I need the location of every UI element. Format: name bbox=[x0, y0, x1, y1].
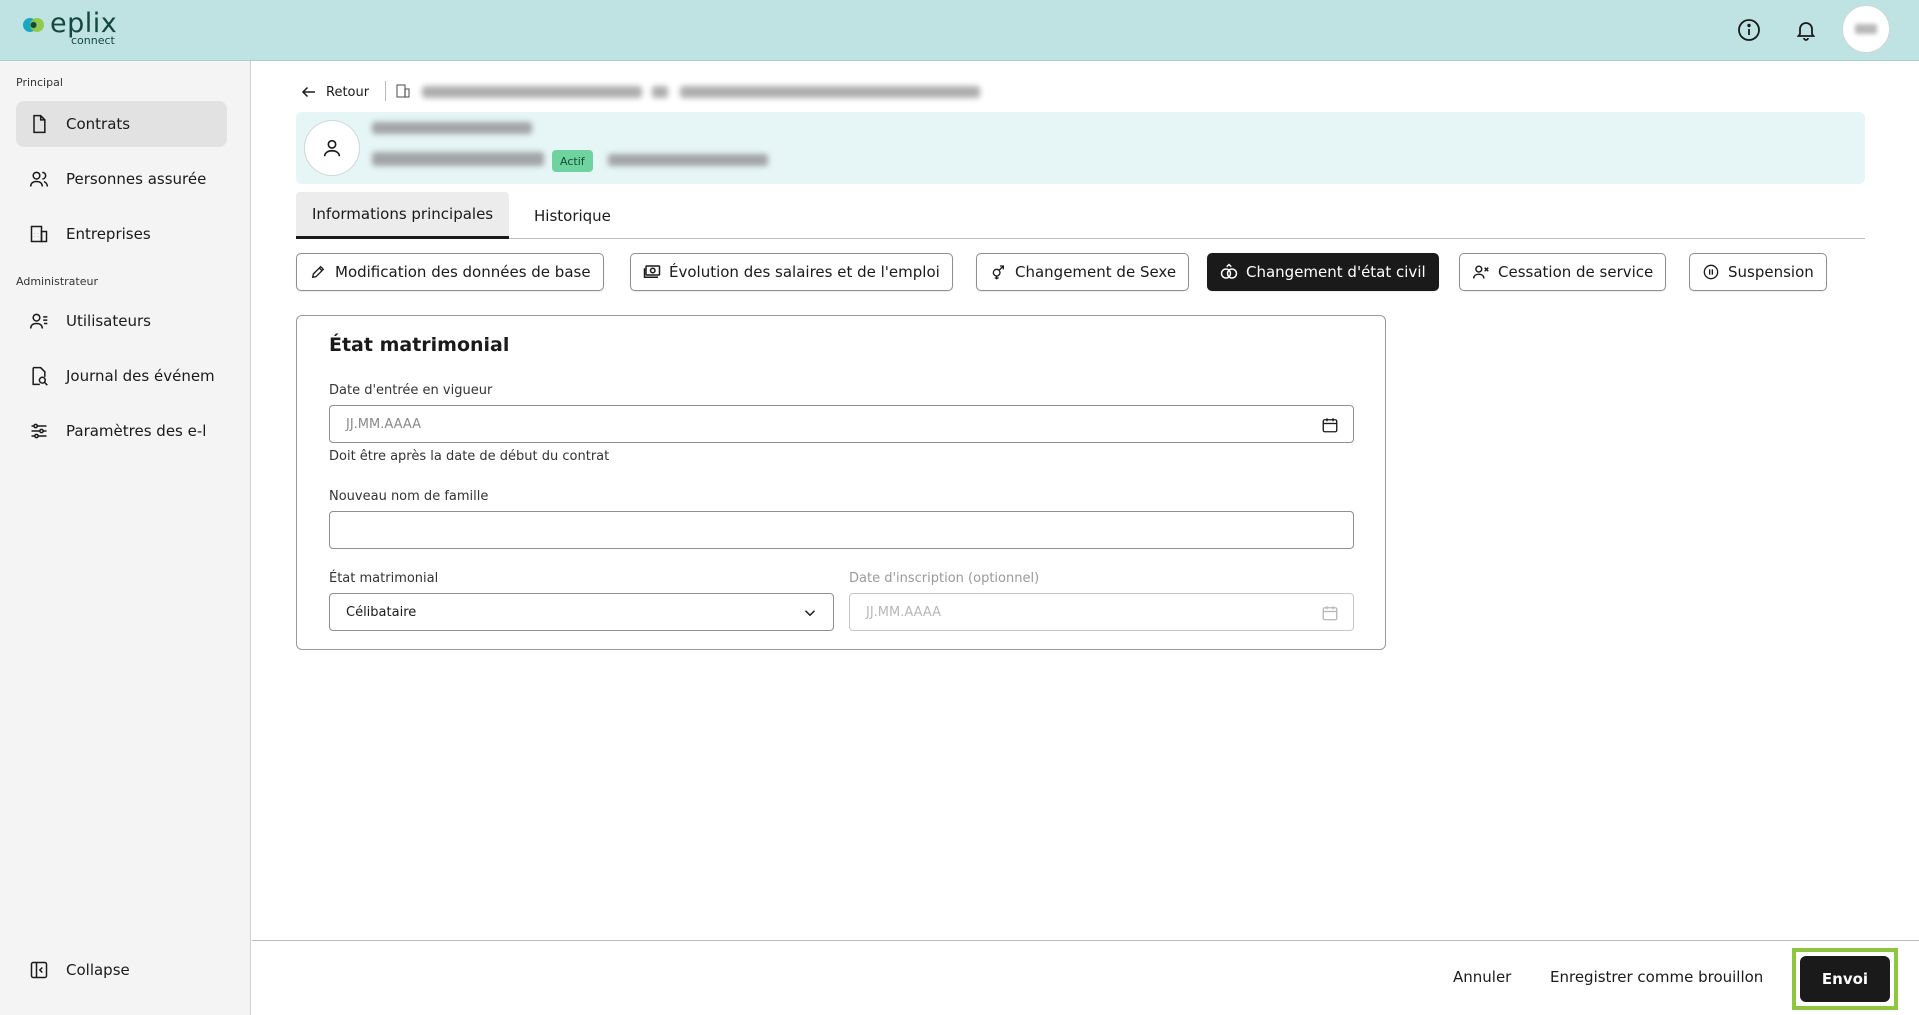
person-avatar bbox=[304, 120, 360, 176]
last-name-input[interactable] bbox=[329, 511, 1354, 549]
action-label: Changement d'état civil bbox=[1246, 263, 1426, 281]
money-icon bbox=[643, 263, 661, 281]
person-ssn-redacted bbox=[608, 154, 768, 166]
logo-mark-icon bbox=[23, 18, 44, 32]
action-label: Suspension bbox=[1728, 263, 1814, 281]
marital-status-form: État matrimonial Date d'entrée en vigueu… bbox=[296, 315, 1386, 650]
sidebar-item-journal[interactable]: Journal des événem bbox=[16, 353, 227, 399]
info-icon[interactable] bbox=[1733, 14, 1765, 46]
action-label: Changement de Sexe bbox=[1015, 263, 1177, 281]
sidebar-section-principal: Principal bbox=[16, 76, 63, 89]
person-header-card: Actif bbox=[296, 112, 1865, 184]
registration-date-placeholder: JJ.MM.AAAA bbox=[866, 604, 942, 620]
sidebar-item-parametres[interactable]: Paramètres des e-l bbox=[16, 408, 227, 454]
building-icon bbox=[28, 223, 50, 245]
status-badge: Actif bbox=[552, 150, 593, 172]
pause-icon bbox=[1702, 263, 1720, 281]
user-remove-icon bbox=[1472, 263, 1490, 281]
gender-icon bbox=[989, 263, 1007, 281]
effective-date-input[interactable]: JJ.MM.AAAA bbox=[329, 405, 1354, 443]
sidebar-item-label: Entreprises bbox=[66, 225, 151, 243]
calendar-icon[interactable] bbox=[1321, 416, 1339, 434]
avatar-initials-blurred bbox=[1855, 24, 1877, 34]
rings-icon bbox=[1220, 263, 1238, 281]
sidebar: Principal Contrats Personnes assurée Ent… bbox=[0, 61, 251, 1015]
civil-status-label: État matrimonial bbox=[329, 571, 439, 586]
form-title: État matrimonial bbox=[329, 334, 510, 356]
suspension-button[interactable]: Suspension bbox=[1689, 253, 1827, 291]
action-label: Modification des données de base bbox=[335, 263, 591, 281]
action-label: Évolution des salaires et de l'emploi bbox=[669, 263, 940, 281]
send-button[interactable]: Envoi bbox=[1800, 956, 1890, 1002]
sidebar-item-label: Personnes assurée bbox=[66, 170, 207, 188]
top-bar: eplix connect bbox=[0, 0, 1919, 61]
chevron-down-icon bbox=[804, 610, 816, 617]
tab-informations-principales[interactable]: Informations principales bbox=[296, 192, 510, 239]
cancel-button[interactable]: Annuler bbox=[1453, 968, 1511, 986]
tab-historique[interactable]: Historique bbox=[518, 192, 627, 239]
registration-date-input[interactable]: JJ.MM.AAAA bbox=[849, 593, 1354, 631]
back-button[interactable]: Retour bbox=[300, 83, 369, 101]
civil-status-select[interactable]: Célibataire bbox=[329, 593, 834, 631]
arrow-left-icon bbox=[301, 86, 315, 98]
last-name-label: Nouveau nom de famille bbox=[329, 489, 489, 504]
person-id-redacted bbox=[372, 122, 532, 134]
collapse-label: Collapse bbox=[66, 961, 130, 979]
sidebar-item-entreprises[interactable]: Entreprises bbox=[16, 211, 227, 257]
breadcrumb-separator-redacted bbox=[652, 86, 668, 98]
breadcrumb-contract-redacted bbox=[680, 86, 980, 98]
journal-icon bbox=[28, 365, 50, 387]
tab-bar: Informations principales Historique bbox=[296, 192, 1865, 239]
termination-button[interactable]: Cessation de service bbox=[1459, 253, 1667, 291]
collapse-button[interactable]: Collapse bbox=[16, 947, 227, 993]
sidebar-item-personnes[interactable]: Personnes assurée bbox=[16, 156, 227, 202]
modify-base-data-button[interactable]: Modification des données de base bbox=[296, 253, 604, 291]
sidebar-item-contrats[interactable]: Contrats bbox=[16, 101, 227, 147]
sidebar-item-label: Utilisateurs bbox=[66, 312, 151, 330]
back-label: Retour bbox=[326, 84, 370, 100]
collapse-icon bbox=[28, 959, 50, 981]
calendar-icon[interactable] bbox=[1321, 604, 1339, 622]
action-label: Cessation de service bbox=[1498, 263, 1654, 281]
people-icon bbox=[28, 168, 50, 190]
sidebar-item-label: Paramètres des e-l bbox=[66, 422, 207, 440]
person-name-redacted bbox=[372, 152, 544, 166]
sidebar-item-label: Journal des événem bbox=[66, 367, 215, 385]
sliders-icon bbox=[28, 420, 50, 442]
document-icon bbox=[28, 113, 50, 135]
user-avatar[interactable] bbox=[1842, 5, 1890, 53]
effective-date-helper: Doit être après la date de début du cont… bbox=[329, 449, 610, 464]
save-draft-button[interactable]: Enregistrer comme brouillon bbox=[1550, 968, 1763, 986]
bell-icon[interactable] bbox=[1790, 14, 1822, 46]
civil-status-change-button[interactable]: Changement d'état civil bbox=[1207, 253, 1439, 291]
civil-status-value: Célibataire bbox=[346, 604, 417, 620]
registration-date-label: Date d'inscription (optionnel) bbox=[849, 571, 1040, 586]
effective-date-label: Date d'entrée en vigueur bbox=[329, 383, 493, 398]
send-button-highlight: Envoi bbox=[1792, 948, 1898, 1010]
users-icon bbox=[28, 310, 50, 332]
breadcrumb-company-redacted bbox=[422, 86, 642, 98]
person-icon bbox=[323, 139, 341, 157]
logo-subtext: connect bbox=[71, 34, 115, 47]
effective-date-placeholder: JJ.MM.AAAA bbox=[346, 416, 422, 432]
sidebar-item-label: Contrats bbox=[66, 115, 131, 133]
breadcrumb-separator bbox=[385, 81, 386, 101]
salary-evolution-button[interactable]: Évolution des salaires et de l'emploi bbox=[630, 253, 953, 291]
form-footer: Annuler Enregistrer comme brouillon Envo… bbox=[252, 940, 1919, 1015]
sidebar-item-utilisateurs[interactable]: Utilisateurs bbox=[16, 298, 227, 344]
main-content: Retour Actif Informations principales Hi… bbox=[252, 61, 1919, 940]
sidebar-section-admin: Administrateur bbox=[16, 275, 98, 288]
building-icon bbox=[395, 83, 411, 103]
gender-change-button[interactable]: Changement de Sexe bbox=[976, 253, 1190, 291]
pencil-icon bbox=[309, 263, 327, 281]
